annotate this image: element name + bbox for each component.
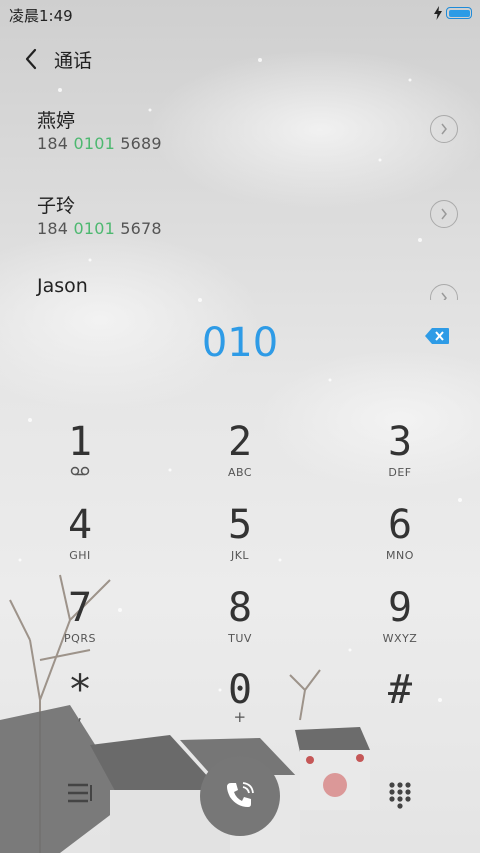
battery-icon: [446, 7, 472, 19]
key-digit: 5: [227, 502, 253, 548]
key-letters: TUV: [228, 632, 252, 645]
dialed-number-input[interactable]: 010: [0, 320, 480, 366]
key-letters: MNO: [386, 549, 414, 562]
key-4[interactable]: 4 GHI: [20, 503, 140, 577]
key-letters: +: [233, 708, 247, 726]
key-9[interactable]: 9 WXYZ: [340, 586, 460, 660]
key-letters: PQRS: [64, 632, 96, 645]
dialpad-toggle-button[interactable]: [388, 781, 412, 809]
key-digit: 1: [67, 419, 93, 465]
key-letters: ABC: [227, 466, 253, 479]
contact-name: Jason: [37, 275, 88, 297]
key-star[interactable]: * ,: [20, 668, 140, 742]
key-letters: WXYZ: [382, 632, 418, 645]
voicemail-icon: [20, 466, 140, 479]
status-icons: [434, 6, 472, 20]
key-letters: DEF: [388, 466, 412, 479]
key-3[interactable]: 3 DEF: [340, 420, 460, 494]
chevron-right-icon: [441, 208, 447, 220]
key-8[interactable]: 8 TUV: [180, 586, 300, 660]
charging-icon: [434, 6, 442, 20]
delete-button[interactable]: [424, 326, 450, 346]
key-hash[interactable]: #: [340, 668, 460, 742]
key-5[interactable]: 5 JKL: [180, 503, 300, 577]
key-letters: ,: [77, 708, 83, 724]
key-digit: 7: [67, 585, 93, 631]
key-digit: 9: [387, 585, 413, 631]
contact-name: 燕婷: [37, 110, 76, 132]
call-button[interactable]: [200, 756, 280, 836]
key-digit: 3: [387, 419, 413, 465]
key-digit: 8: [227, 585, 253, 631]
key-digit: #: [387, 667, 413, 713]
key-digit: 2: [227, 419, 253, 465]
key-1[interactable]: 1: [20, 420, 140, 494]
key-letters: JKL: [230, 549, 250, 562]
phone-icon: [227, 782, 254, 807]
contact-detail-button[interactable]: [430, 115, 458, 143]
contact-list-item[interactable]: 燕婷 184 0101 5689: [0, 100, 480, 170]
contact-list-item[interactable]: Jason: [0, 270, 480, 300]
chevron-right-icon: [441, 123, 447, 135]
menu-button[interactable]: [66, 780, 94, 806]
key-digit: 4: [67, 502, 93, 548]
number-match-highlight: 0101: [73, 134, 115, 153]
key-digit: 6: [387, 502, 413, 548]
status-time: 凌晨1:49: [9, 7, 73, 25]
contact-detail-button[interactable]: [430, 284, 458, 300]
status-bar: 凌晨1:49: [0, 0, 480, 28]
key-digit: *: [67, 667, 93, 713]
dialpad-icon: [389, 782, 411, 809]
key-letters: GHI: [69, 549, 91, 562]
chevron-left-icon: [25, 48, 37, 70]
contact-number: 184 0101 5689: [37, 134, 162, 153]
contact-name: 子玲: [37, 195, 76, 217]
backspace-icon: [425, 328, 449, 344]
contact-number: 184 0101 5678: [37, 219, 162, 238]
contact-detail-button[interactable]: [430, 200, 458, 228]
key-7[interactable]: 7 PQRS: [20, 586, 140, 660]
key-0[interactable]: 0 +: [180, 668, 300, 742]
number-match-highlight: 0101: [73, 219, 115, 238]
key-6[interactable]: 6 MNO: [340, 503, 460, 577]
contact-list-item[interactable]: 子玲 184 0101 5678: [0, 185, 480, 255]
back-button[interactable]: [18, 44, 44, 74]
key-2[interactable]: 2 ABC: [180, 420, 300, 494]
menu-icon: [68, 783, 92, 803]
battery-level: [448, 9, 470, 17]
key-digit: 0: [227, 667, 253, 713]
header: 通话: [0, 40, 480, 76]
chevron-right-icon: [441, 292, 447, 300]
page-title: 通话: [54, 50, 93, 72]
